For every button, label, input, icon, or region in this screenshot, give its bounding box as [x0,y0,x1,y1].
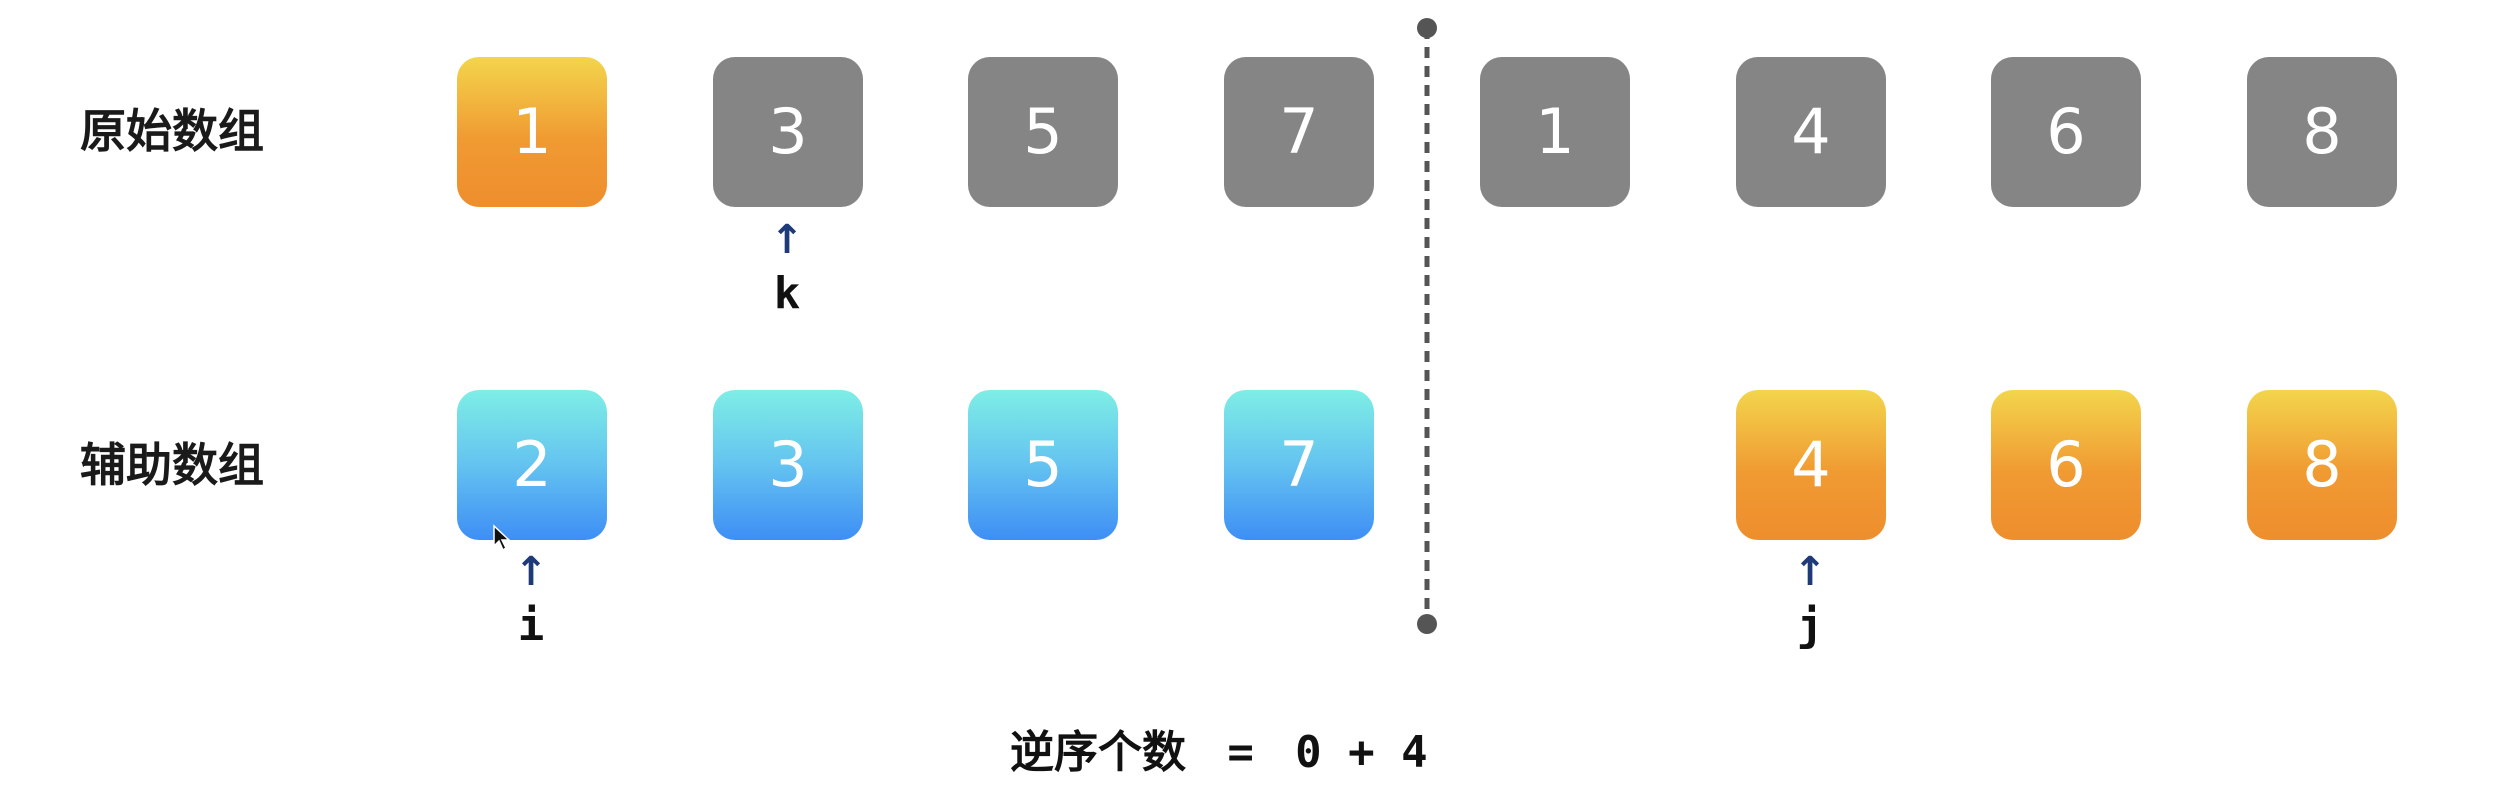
pointer-i: ↑ i [511,552,551,648]
formula-expression: 0 + 4 [1295,727,1428,778]
pointer-k-label: k [773,268,801,319]
divider-top-dot [1417,18,1437,38]
divider-bottom-dot [1417,614,1437,634]
merge-divider [1417,18,1437,634]
inversion-count-formula: 逆序个数 = 0 + 4 [1010,716,1428,780]
formula-equals: = [1227,727,1254,778]
up-arrow-icon: ↑ [770,217,804,263]
mouse-cursor-icon [493,524,511,552]
up-arrow-icon: ↑ [514,549,548,595]
pointer-j-label: j [1796,600,1824,651]
formula-label: 逆序个数 [1010,727,1186,778]
pointer-k: ↑ k [767,220,807,316]
pointer-j: ↑ j [1790,552,1830,648]
pointer-i-label: i [517,600,545,651]
up-arrow-icon: ↑ [1793,549,1827,595]
